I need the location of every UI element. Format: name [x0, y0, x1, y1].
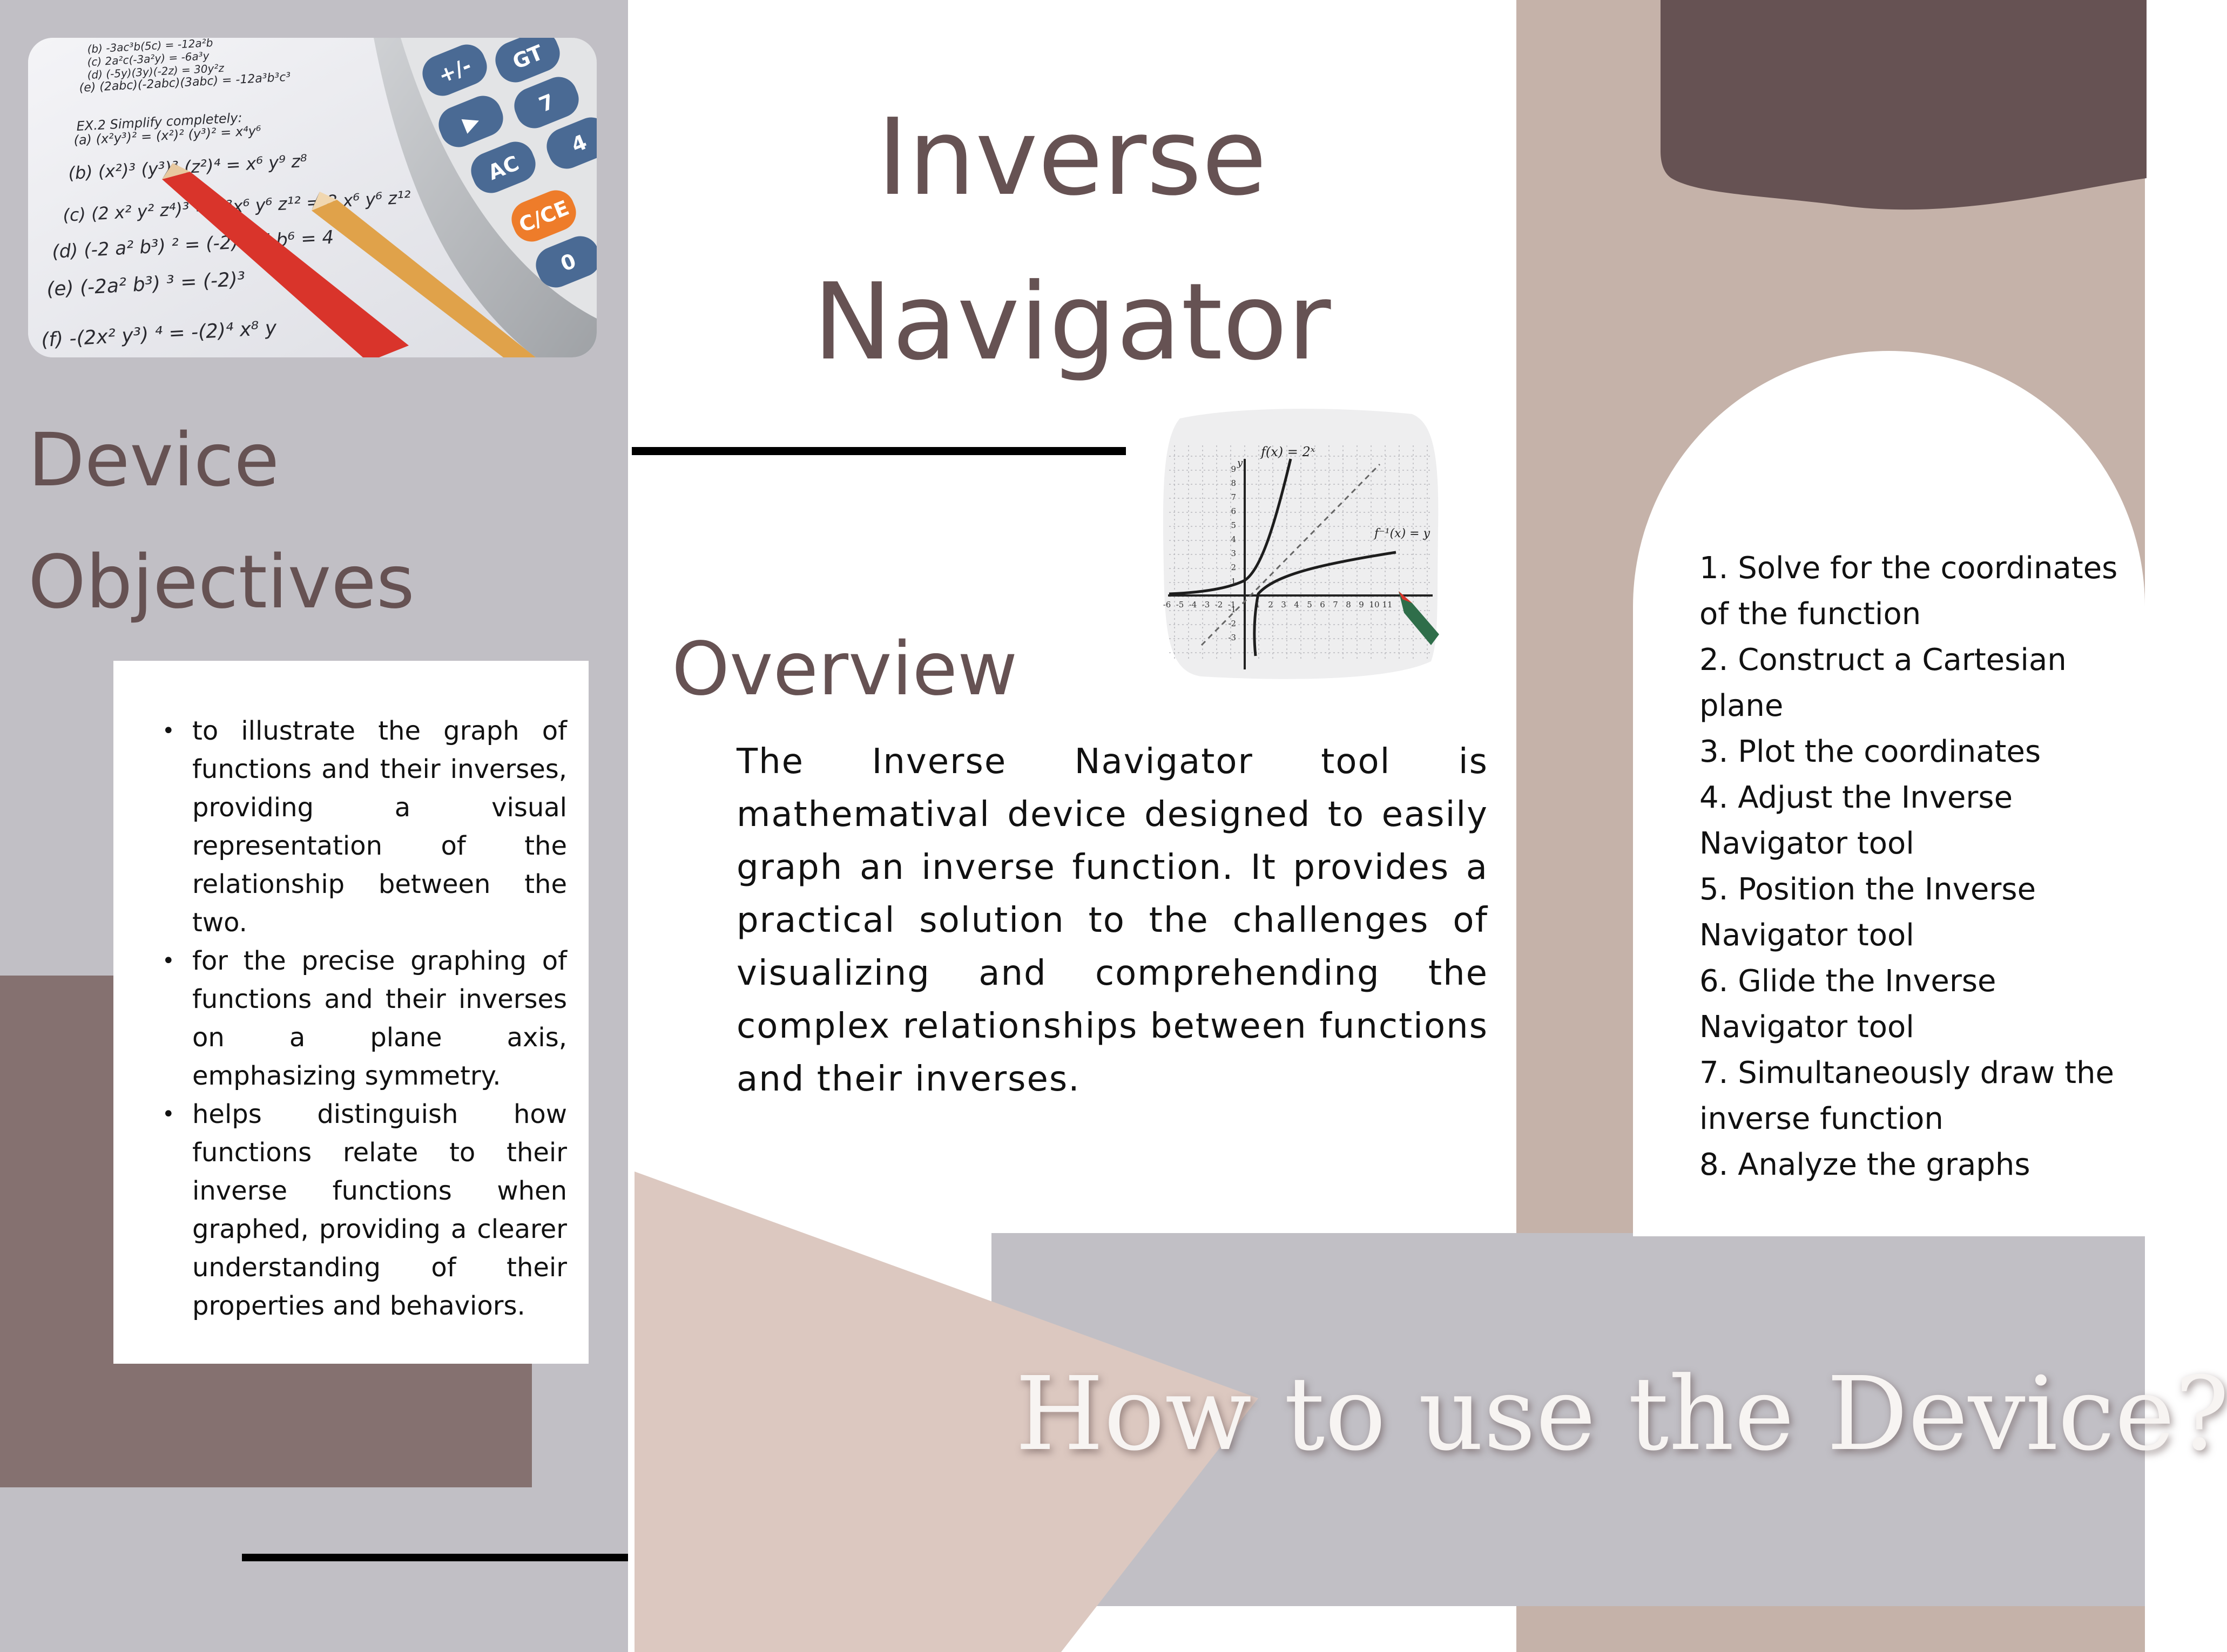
center-horizontal-rule: [632, 447, 1126, 455]
x-tick-label: -2: [1215, 600, 1223, 610]
graph-paper-photo: -6 -5 -4 -3 -2 -1 1 2 3 4 5 6 7 8 9 10 11987654321-1-2-3…: [1163, 409, 1439, 679]
x-tick-label: 5: [1307, 600, 1312, 610]
x-tick-label: 1: [1255, 600, 1260, 610]
left-horizontal-rule: [242, 1554, 636, 1561]
y-tick-label: 1: [1231, 577, 1236, 586]
document-title: Inverse Navigator: [813, 96, 1331, 384]
how-to-heading: How to use the Device?: [1015, 1355, 2227, 1473]
x-tick-label: 8: [1346, 600, 1351, 610]
dark-decorative-blob: [1661, 0, 2147, 210]
y-tick-label: 7: [1231, 492, 1236, 502]
function-label: f(x) = 2ˣ: [1260, 444, 1315, 459]
y-tick-label: -1: [1228, 605, 1236, 614]
y-tick-label: 6: [1231, 506, 1236, 516]
x-tick-label: -5: [1176, 600, 1184, 610]
y-tick-label: 5: [1231, 520, 1236, 530]
step-item: 1. Solve for the coordinates of the func…: [1699, 551, 2118, 632]
inverse-label: f⁻¹(x) = y: [1373, 527, 1430, 540]
x-tick-label: -6: [1163, 600, 1171, 610]
x-tick-label: 2: [1268, 600, 1273, 610]
objective-item: to illustrate the graph of functions and…: [162, 712, 567, 942]
step-item: 8. Analyze the graphs: [1699, 1147, 2030, 1182]
objectives-card: to illustrate the graph of functions and…: [113, 661, 589, 1364]
x-tick-label: 9: [1359, 600, 1364, 610]
x-tick-label: 10: [1369, 600, 1379, 610]
x-tick-label: -3: [1202, 600, 1210, 610]
x-tick-label: 7: [1333, 600, 1338, 610]
overview-heading: Overview: [672, 627, 1018, 712]
y-tick-label: 8: [1231, 478, 1236, 488]
step-item: 2. Construct a Cartesian plane: [1699, 642, 2067, 723]
y-tick-label: -3: [1228, 633, 1236, 642]
objectives-list: to illustrate the graph of functions and…: [162, 712, 567, 1325]
overview-paragraph: The Inverse Navigator tool is mathemativ…: [737, 742, 1488, 1099]
step-item: 4. Adjust the Inverse Navigator tool: [1699, 780, 2013, 861]
y-tick-label: 3: [1231, 549, 1236, 558]
objective-item: for the precise graphing of functions an…: [162, 942, 567, 1095]
column-divider: [628, 0, 635, 1652]
x-tick-label: 11: [1382, 600, 1392, 610]
y-tick-label: -2: [1228, 619, 1236, 628]
device-objectives-heading: Device Objectives: [28, 418, 415, 625]
how-to-steps-list: 1. Solve for the coordinates of the func…: [1699, 545, 2137, 1188]
calculator-worksheet-photo: (b) -3ac³b(5c) = -12a²b (c) 2a²c(-3a²y) =…: [28, 38, 597, 357]
y-tick-label: 2: [1231, 563, 1236, 572]
y-axis-label: y: [1237, 457, 1243, 469]
x-tick-label: 3: [1281, 600, 1286, 610]
x-tick-label: 4: [1294, 600, 1299, 610]
y-tick-label: 4: [1231, 534, 1236, 544]
step-item: 7. Simultaneously draw the inverse funct…: [1699, 1055, 2114, 1136]
calculator-worksheet-illustration: (b) -3ac³b(5c) = -12a²b(c) 2a²c(-3a²y) =…: [28, 38, 597, 357]
objective-item: helps distinguish how functions relate t…: [162, 1095, 567, 1325]
step-item: 3. Plot the coordinates: [1699, 734, 2041, 769]
x-tick-label: 6: [1320, 600, 1325, 610]
y-tick-label: 9: [1231, 464, 1236, 474]
step-item: 5. Position the Inverse Navigator tool: [1699, 872, 2036, 953]
step-item: 6. Glide the Inverse Navigator tool: [1699, 964, 1996, 1045]
x-tick-label: -4: [1189, 600, 1197, 610]
